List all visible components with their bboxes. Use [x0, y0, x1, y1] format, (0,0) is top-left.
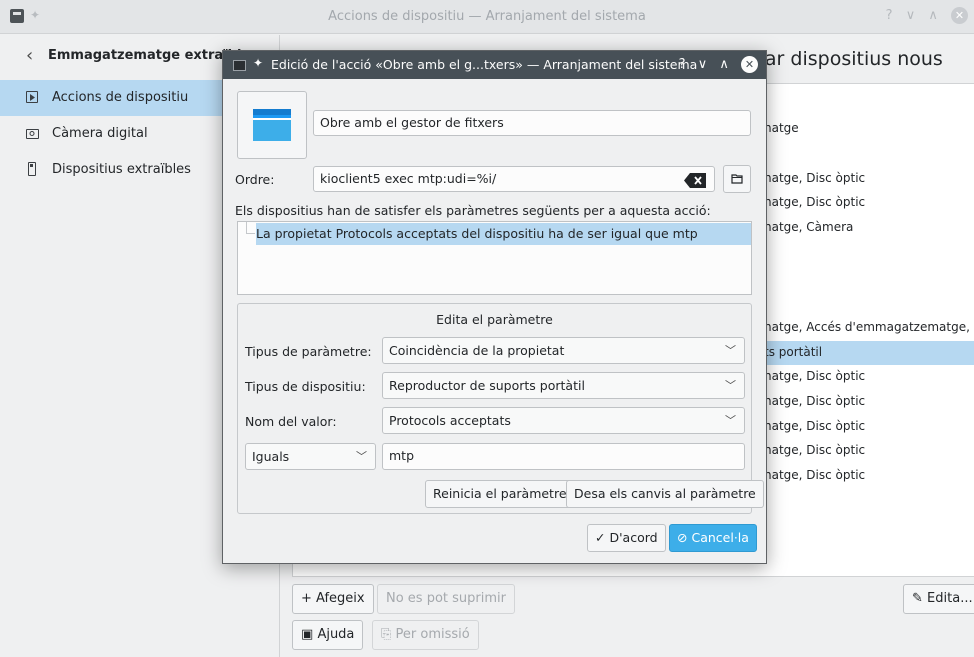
param-type-label: Tipus de paràmetre: — [245, 344, 372, 359]
maximize-icon[interactable]: ∧ — [928, 8, 938, 23]
window-controls: ? ∨ ∧ ✕ — [877, 7, 968, 24]
value-name-label: Nom del valor: — [245, 414, 337, 429]
chevron-down-icon: ﹀ — [725, 414, 736, 427]
sidebar-item-label: Accions de dispositiu — [52, 90, 189, 105]
play-icon — [26, 91, 38, 103]
action-name-input[interactable]: Obre amb el gestor de fitxers — [313, 110, 751, 136]
group-title: Edita el paràmetre — [436, 312, 553, 327]
add-button[interactable]: + Afegeix — [292, 584, 374, 614]
close-icon[interactable]: ✕ — [951, 7, 968, 24]
device-type-label: Tipus de dispositiu: — [245, 379, 366, 394]
page-title: ttar dispositius nous — [750, 48, 943, 70]
param-type-select[interactable]: Coincidència de la propietat ﹀ — [382, 337, 745, 364]
command-label: Ordre: — [235, 172, 275, 187]
dialog-titlebar: ✦ Edició de l'acció «Obre amb el g...txe… — [223, 51, 766, 79]
action-icon-button[interactable] — [237, 91, 307, 159]
pencil-icon: ✎ — [912, 591, 923, 606]
sidebar-item-label: Càmera digital — [52, 126, 148, 141]
conditions-label: Els dispositius han de satisfer els parà… — [235, 203, 711, 218]
folder-open-icon — [731, 174, 743, 184]
comparison-select[interactable]: Iguals ﹀ — [245, 443, 376, 470]
edit-action-dialog: ✦ Edició de l'acció «Obre amb el g...txe… — [222, 50, 767, 564]
close-icon[interactable]: ✕ — [741, 56, 758, 73]
edit-button[interactable]: ✎ Edita... — [903, 584, 974, 614]
folder-icon — [253, 109, 291, 141]
conditions-tree[interactable]: La propietat Protocols acceptats del dis… — [237, 221, 752, 295]
sidebar-title: Emmagatzematge extraïble — [48, 48, 251, 63]
delete-button[interactable]: No es pot suprimir — [377, 584, 515, 614]
dialog-title: Edició de l'acció «Obre amb el g...txers… — [271, 57, 698, 72]
dialog-app-icon — [233, 60, 246, 71]
dialog-controls: ? ∨ ∧ ✕ — [671, 56, 758, 73]
check-icon: ✓ — [595, 530, 606, 545]
maximize-icon[interactable]: ∧ — [719, 57, 729, 72]
tree-branch — [246, 222, 255, 234]
match-value-input[interactable]: mtp — [382, 443, 745, 470]
usb-drive-icon — [28, 162, 36, 176]
edit-parameter-group: Edita el paràmetre Tipus de paràmetre: C… — [237, 303, 764, 514]
minimize-icon[interactable]: ∨ — [698, 57, 708, 72]
browse-button[interactable] — [723, 165, 751, 193]
clear-icon[interactable] — [684, 172, 706, 188]
window-title: Accions de dispositiu — Arranjament del … — [328, 9, 646, 24]
help-icon[interactable]: ? — [886, 8, 893, 23]
pin-icon[interactable]: ✦ — [253, 56, 263, 70]
plus-icon: + — [301, 591, 312, 606]
chevron-left-icon: ‹ — [26, 45, 34, 66]
cancel-icon: ⊘ — [677, 530, 688, 545]
help-button[interactable]: ▣ Ajuda — [292, 620, 364, 650]
chevron-down-icon: ﹀ — [725, 344, 736, 357]
defaults-icon: ⎘ — [381, 627, 392, 642]
camera-icon — [26, 129, 39, 139]
save-parameter-button[interactable]: Desa els canvis al paràmetre — [566, 480, 764, 508]
condition-item[interactable]: La propietat Protocols acceptats del dis… — [256, 223, 751, 245]
device-type-select[interactable]: Reproductor de suports portàtil ﹀ — [382, 372, 745, 399]
defaults-button[interactable]: ⎘ Per omissió — [372, 620, 479, 650]
reset-parameter-button[interactable]: Reinicia el paràmetre — [425, 480, 575, 508]
chevron-down-icon: ﹀ — [725, 379, 736, 392]
ok-button[interactable]: ✓ D'acord — [587, 524, 666, 552]
value-name-select[interactable]: Protocols acceptats ﹀ — [382, 407, 745, 434]
cancel-button[interactable]: ⊘ Cancel·la — [669, 524, 757, 552]
help-icon[interactable]: ? — [679, 57, 686, 72]
minimize-icon[interactable]: ∨ — [906, 8, 916, 23]
window-titlebar: ✦ Accions de dispositiu — Arranjament de… — [0, 0, 974, 34]
chevron-down-icon: ﹀ — [356, 450, 367, 463]
sidebar-item-label: Dispositius extraïbles — [52, 162, 191, 177]
command-input[interactable]: kioclient5 exec mtp:udi=%i/ — [313, 166, 715, 192]
help-book-icon: ▣ — [301, 627, 314, 642]
